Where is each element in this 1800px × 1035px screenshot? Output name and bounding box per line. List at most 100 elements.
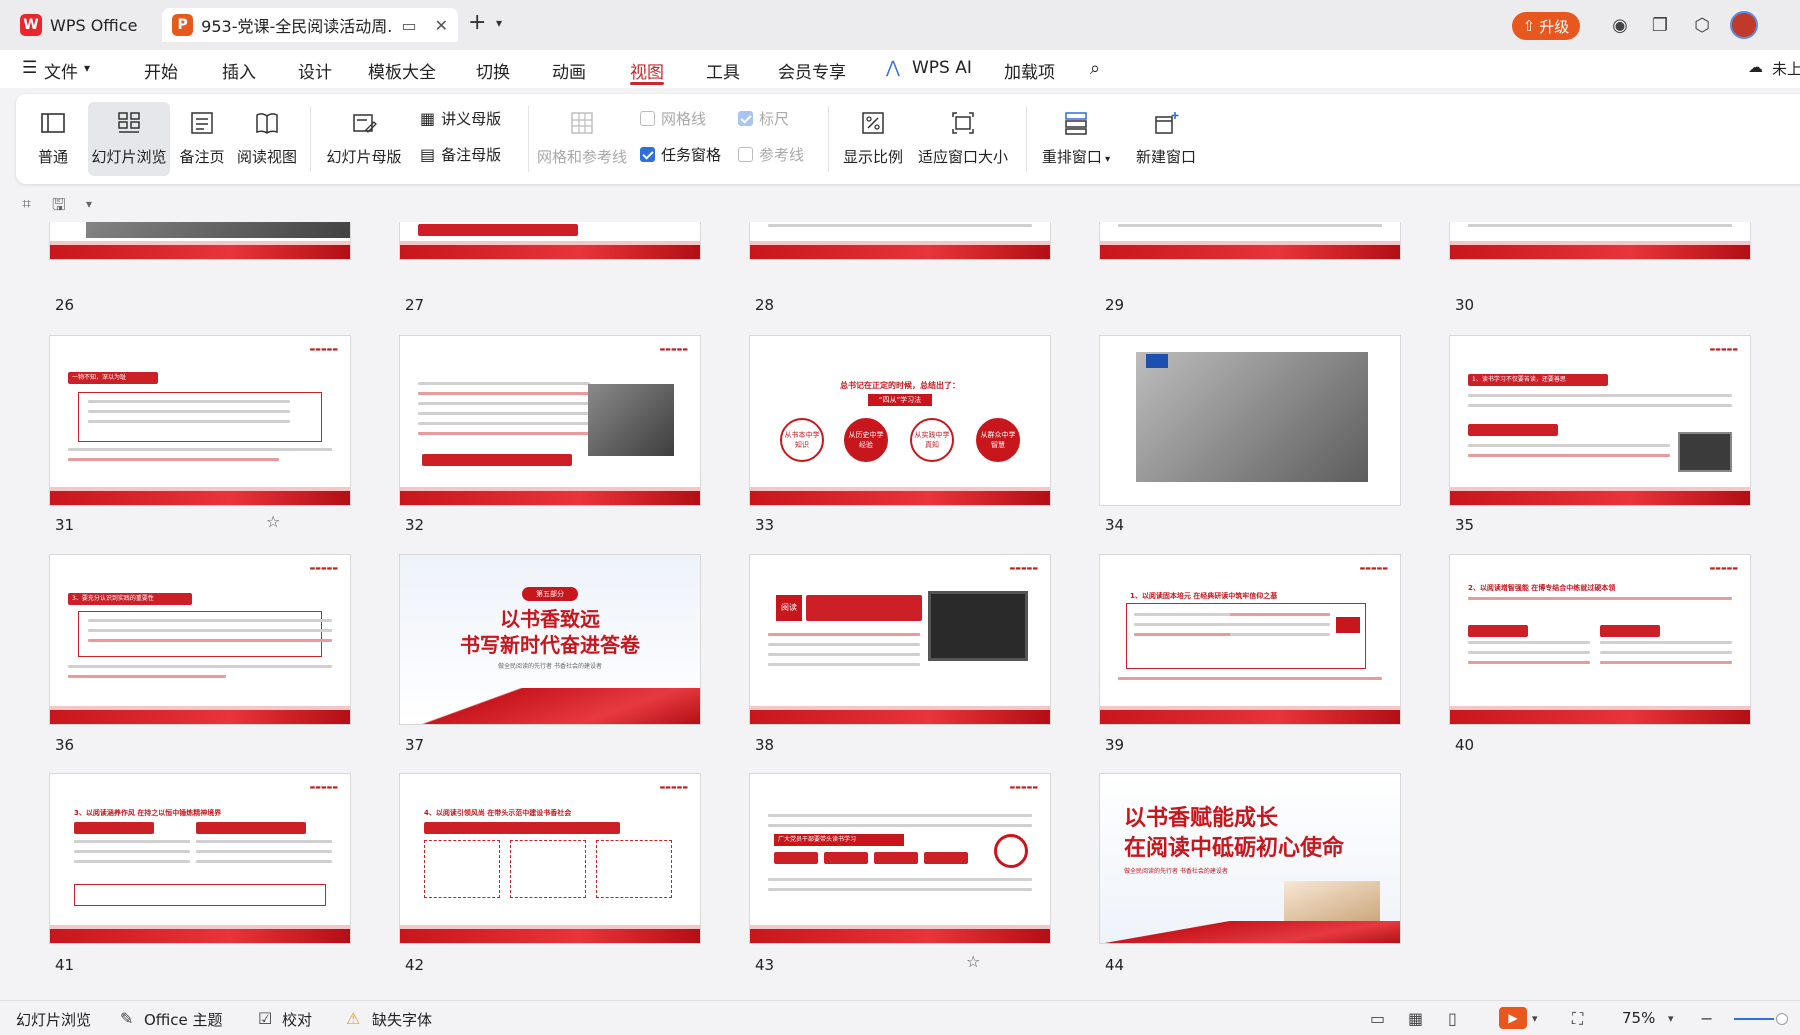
star-icon[interactable]: ☆ — [966, 952, 980, 971]
notes-master-button[interactable]: ▤ 备注母版 — [420, 144, 501, 165]
handout-master-button[interactable]: ▦ 讲义母版 — [420, 108, 501, 129]
slide-thumbnail[interactable]: 以书香赋能成长 在阅读中砥砺初心使命 做全民阅读的先行者 书香社会的建设者 — [1100, 774, 1400, 943]
zoom-slider-thumb[interactable] — [1776, 1013, 1788, 1025]
slide-36-title: 3、要充分认识到实践的重要性 — [68, 593, 192, 605]
new-window-button[interactable]: 新建窗口 — [1124, 102, 1208, 176]
menu-hamburger-icon[interactable]: ☰ — [22, 58, 37, 78]
chevron-down-icon[interactable]: ▾ — [84, 61, 90, 75]
zoom-level[interactable]: 75% — [1622, 1009, 1655, 1027]
menu-design[interactable]: 设计 — [298, 58, 332, 83]
tab-document-label: 953-党课-全民阅读活动周.p — [201, 17, 394, 36]
guides-checkbox[interactable]: 参考线 — [738, 144, 804, 165]
fit-window-button[interactable]: 适应窗口大小 — [914, 102, 1012, 176]
slide-thumbnail[interactable]: ▬▬▬▬▬ 3、要充分认识到实践的重要性 — [50, 555, 350, 724]
search-icon[interactable]: ⌕ — [1090, 58, 1100, 79]
menu-file[interactable]: 文件 — [44, 58, 78, 83]
arrange-windows-label-wrap: 重排窗口 ▾ — [1036, 146, 1116, 167]
menu-insert[interactable]: 插入 — [222, 58, 256, 83]
slide-thumbnail[interactable] — [1450, 222, 1750, 259]
slide-master-button[interactable]: 幻灯片母版 — [324, 102, 404, 176]
monitor-icon — [928, 591, 1028, 661]
slide-thumbnail[interactable] — [400, 222, 700, 259]
task-pane-checkbox[interactable]: 任务窗格 — [640, 144, 721, 165]
chevron-down-icon[interactable]: ▾ — [496, 16, 502, 30]
slide-number: 38 — [755, 736, 775, 754]
slide-37-subtitle: 做全民阅读的先行者 书香社会的建设者 — [498, 663, 602, 670]
cloud-upload-icon[interactable]: ☁ — [1748, 58, 1763, 76]
normal-view-icon[interactable]: ▭ — [1370, 1009, 1385, 1028]
gridlines-checkbox[interactable]: 网格线 — [640, 108, 706, 129]
star-icon[interactable]: ☆ — [266, 512, 280, 531]
grid-guides-button[interactable]: 网格和参考线 — [536, 102, 628, 176]
arrange-windows-button[interactable]: 重排窗口 ▾ — [1036, 102, 1116, 176]
tv-logo-icon — [1146, 354, 1168, 368]
menu-member[interactable]: 会员专享 — [778, 58, 846, 83]
window-restore-icon[interactable]: ❐ — [1648, 13, 1672, 37]
slide-thumbnail[interactable]: ▬▬▬▬▬ — [400, 336, 700, 505]
play-icon: ▶ — [1508, 1011, 1518, 1025]
tab-wps-home[interactable]: W WPS Office — [10, 8, 158, 42]
close-icon[interactable]: ✕ — [435, 16, 448, 35]
slide-sorter-button[interactable]: 幻灯片浏览 — [88, 102, 170, 176]
monitor-icon[interactable]: ▭ — [401, 16, 416, 35]
ruler-checkbox[interactable]: 标尺 — [738, 108, 789, 129]
new-tab-icon[interactable]: + — [468, 10, 486, 35]
save-icon[interactable]: 🖫 — [52, 194, 66, 221]
menu-animation[interactable]: 动画 — [552, 58, 586, 83]
slide-circle: 从书本中学知识 — [780, 418, 824, 462]
chevron-down-icon[interactable]: ▾ — [1668, 1012, 1674, 1025]
arrow-up-icon: ⇧ — [1522, 17, 1536, 35]
slide-number: 28 — [755, 296, 775, 314]
status-theme[interactable]: Office 主题 — [144, 1009, 223, 1030]
menu-home[interactable]: 开始 — [144, 58, 178, 83]
slide-39-title: 1、以阅读固本培元 在经典研读中筑牢信仰之基 — [1130, 592, 1278, 600]
slide-thumbnail[interactable] — [750, 222, 1050, 259]
menu-templates[interactable]: 模板大全 — [368, 58, 436, 83]
fit-window-label: 适应窗口大小 — [917, 148, 1008, 166]
book-icon[interactable]: ▯ — [1448, 1009, 1457, 1028]
checkbox-icon — [738, 147, 753, 162]
save-cloud-label[interactable]: 未上 — [1772, 58, 1800, 79]
fit-window-icon[interactable]: ⛶ — [1572, 1009, 1583, 1029]
chevron-down-icon[interactable]: ▾ — [86, 197, 92, 211]
slide-thumbnail[interactable]: ▬▬▬▬▬ 阅读 — [750, 555, 1050, 724]
slide-thumbnail[interactable]: ▬▬▬▬▬ 一物不知，深以为耻 — [50, 336, 350, 505]
notes-page-button[interactable]: 备注页 — [176, 102, 228, 176]
slide-sorter-icon[interactable]: ▦ — [1408, 1009, 1423, 1028]
slide-thumbnail[interactable] — [50, 222, 350, 259]
slide-thumbnail[interactable]: ▬▬▬▬▬ 3、以阅读涵养作风 在持之以恒中锤炼精神境界 — [50, 774, 350, 943]
slide-thumbnail[interactable] — [1100, 222, 1400, 259]
menu-addins[interactable]: 加载项 — [1004, 58, 1055, 83]
slide-thumbnail[interactable]: ▬▬▬▬▬ 1、以阅读固本培元 在经典研读中筑牢信仰之基 — [1100, 555, 1400, 724]
slide-thumbnail[interactable]: ▬▬▬▬▬ 2、以阅读增智强能 在博专结合中练就过硬本领 — [1450, 555, 1750, 724]
slide-thumbnail[interactable]: ▬▬▬▬▬ 1、读书学习不仅要苦读，还要善思 — [1450, 336, 1750, 505]
status-missing-font[interactable]: 缺失字体 — [372, 1009, 432, 1030]
menu-transitions[interactable]: 切换 — [476, 58, 510, 83]
menu-view[interactable]: 视图 — [630, 58, 664, 83]
normal-view-button[interactable]: 普通 — [28, 102, 78, 176]
slide-thumbnail[interactable] — [1100, 336, 1400, 505]
status-proofread[interactable]: 校对 — [282, 1009, 312, 1030]
play-slideshow-button[interactable]: ▶ — [1499, 1007, 1527, 1029]
chevron-down-icon[interactable]: ▾ — [1532, 1012, 1538, 1025]
avatar[interactable] — [1730, 11, 1758, 39]
slide-40-title: 2、以阅读增智强能 在博专结合中练就过硬本领 — [1468, 584, 1616, 592]
assistant-icon[interactable]: ◉ — [1608, 13, 1632, 37]
reading-view-button[interactable]: 阅读视图 — [234, 102, 300, 176]
crop-icon[interactable]: ⌗ — [22, 194, 31, 214]
slide-thumbnail[interactable]: 第五部分 以书香致远 书写新时代奋进答卷 做全民阅读的先行者 书香社会的建设者 — [400, 555, 700, 724]
zoom-slider-track[interactable] — [1734, 1018, 1774, 1020]
slide-thumbnail[interactable]: ▬▬▬▬▬ 4、以阅读引领风尚 在带头示范中建设书香社会 — [400, 774, 700, 943]
slide-thumbnail[interactable]: 总书记在正定的时候，总结出了： “四从”学习法 从书本中学知识 从历史中学经验 … — [750, 336, 1050, 505]
cube-icon[interactable]: ⬡ — [1690, 13, 1714, 37]
menu-tools[interactable]: 工具 — [706, 58, 740, 83]
zoom-out-icon[interactable]: − — [1700, 1009, 1713, 1028]
slide-circle: 从实践中学真知 — [910, 418, 954, 462]
slide-thumbnail[interactable]: ▬▬▬▬▬ 广大党员干部要带头读书学习 — [750, 774, 1050, 943]
checkbox-checked-icon — [640, 147, 655, 162]
menu-wps-ai[interactable]: WPS AI — [912, 58, 972, 78]
upgrade-button[interactable]: ⇧ 升级 — [1512, 12, 1580, 40]
tab-document[interactable]: P 953-党课-全民阅读活动周.p ▭ ✕ — [162, 8, 458, 42]
slide-photo — [86, 222, 350, 238]
zoom-button[interactable]: 显示比例 — [838, 102, 908, 176]
